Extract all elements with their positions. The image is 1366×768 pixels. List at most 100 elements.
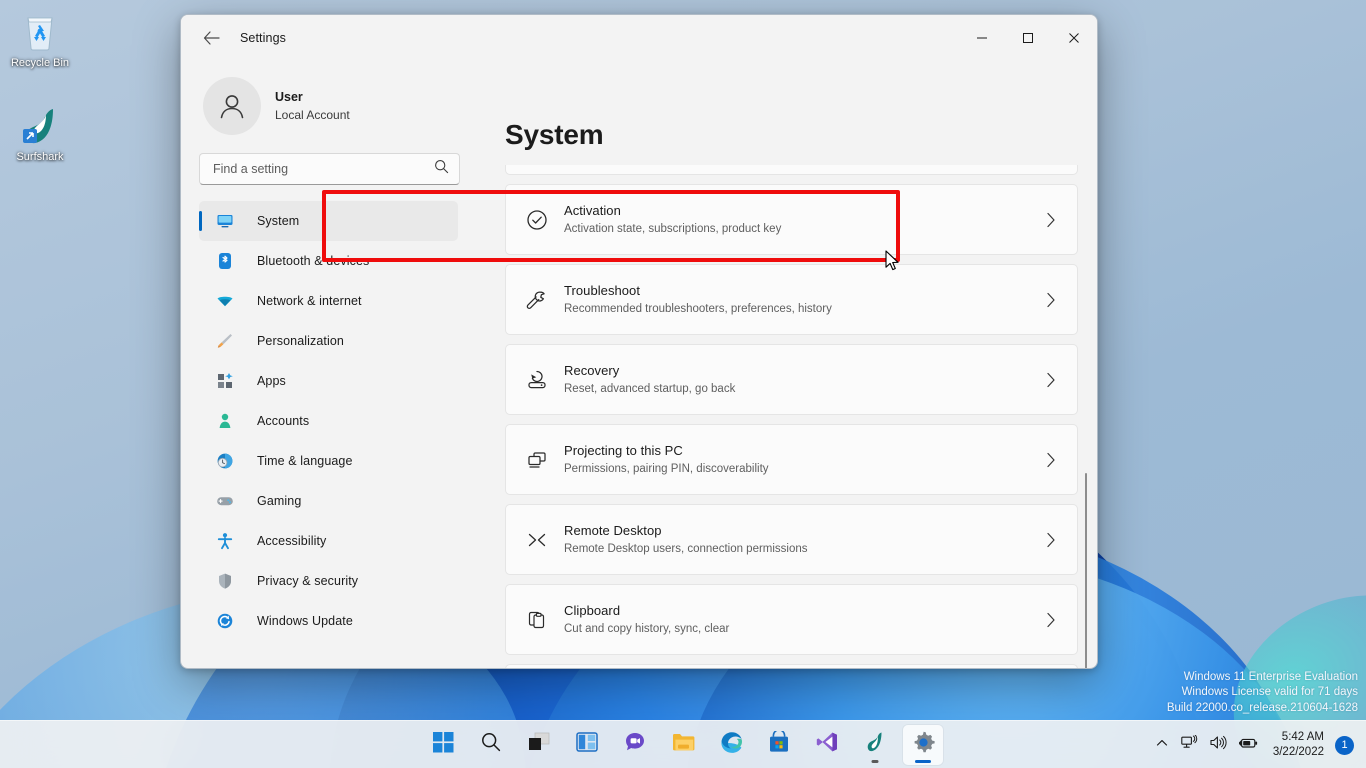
remote-desktop-icon: [520, 528, 554, 552]
desktop-icon-recycle-bin[interactable]: Recycle Bin: [2, 8, 78, 70]
apps-grid-icon: [215, 371, 235, 391]
sidebar-item-label: Privacy & security: [257, 574, 359, 588]
visual-studio-icon: [816, 731, 838, 758]
settings-card-remote-desktop[interactable]: Remote Desktop Remote Desktop users, con…: [505, 504, 1078, 575]
search-input[interactable]: [213, 162, 434, 176]
chevron-right-icon: [1043, 372, 1059, 388]
card-title: Clipboard: [564, 603, 621, 618]
clipboard-icon: [520, 608, 554, 632]
edge-browser-icon: [720, 731, 743, 759]
volume-button[interactable]: [1205, 725, 1232, 765]
sidebar-item-label: Accessibility: [257, 534, 327, 548]
settings-window: Settings User Local Account Find a setti…: [180, 14, 1098, 669]
card-subtitle: Remote Desktop users, connection permiss…: [564, 543, 808, 555]
chat-teams-icon: [624, 731, 646, 758]
settings-main-content: System Activation Activation state, subs…: [476, 61, 1097, 668]
clock-time: 5:42 AM: [1281, 731, 1324, 743]
taskbar-center-group: [423, 724, 943, 765]
edge-button[interactable]: [711, 725, 751, 765]
watermark-line-1: Windows 11 Enterprise Evaluation: [1183, 670, 1358, 683]
taskbar-running-indicator: [871, 759, 879, 763]
search-button[interactable]: [471, 725, 511, 765]
search-icon: [434, 159, 449, 179]
taskbar-active-indicator: [915, 759, 931, 763]
settings-card-recovery[interactable]: Recovery Reset, advanced startup, go bac…: [505, 344, 1078, 415]
watermark-line-3: Build 22000.co_release.210604-1628: [1166, 701, 1358, 714]
window-controls: [959, 15, 1097, 61]
back-button[interactable]: [194, 22, 228, 54]
settings-card-clipboard[interactable]: Clipboard Cut and copy history, sync, cl…: [505, 584, 1078, 655]
sidebar-item-privacy-security[interactable]: Privacy & security: [199, 561, 458, 601]
search-box[interactable]: [199, 153, 460, 185]
settings-card-about[interactable]: About Device specifications, rename PC, …: [505, 664, 1078, 668]
wifi-icon: [215, 291, 235, 311]
start-button[interactable]: [423, 725, 463, 765]
system-tray: 5:42 AM 3/22/2022 1: [1150, 721, 1360, 768]
sidebar-item-windows-update[interactable]: Windows Update: [199, 601, 458, 641]
settings-cards-list: Activation Activation state, subscriptio…: [505, 165, 1078, 668]
scrollbar[interactable]: [1081, 165, 1091, 668]
widgets-button[interactable]: [567, 725, 607, 765]
page-title: System: [505, 119, 604, 150]
desktop-icon-surfshark[interactable]: Surfshark: [2, 102, 78, 164]
monitor-icon: [215, 211, 235, 231]
wrench-icon: [520, 288, 554, 312]
sidebar-item-bluetooth-devices[interactable]: Bluetooth & devices: [199, 241, 458, 281]
battery-button[interactable]: [1234, 725, 1263, 765]
surfshark-icon: [2, 102, 78, 148]
minimize-button[interactable]: [959, 15, 1005, 61]
folder-icon: [672, 732, 695, 757]
sidebar-item-time-language[interactable]: Time & language: [199, 441, 458, 481]
sidebar-item-label: Gaming: [257, 494, 302, 508]
store-bag-icon: [768, 729, 790, 758]
surfshark-button[interactable]: [855, 725, 895, 765]
settings-card-troubleshoot[interactable]: Troubleshoot Recommended troubleshooters…: [505, 264, 1078, 335]
sidebar-item-gaming[interactable]: Gaming: [199, 481, 458, 521]
chevron-right-icon: [1043, 532, 1059, 548]
task-view-icon: [528, 732, 550, 757]
chat-button[interactable]: [615, 725, 655, 765]
evaluation-watermark: Windows 11 Enterprise Evaluation Windows…: [1167, 670, 1358, 717]
card-subtitle: Permissions, pairing PIN, discoverabilit…: [564, 463, 769, 475]
watermark-line-2: Windows License valid for 71 days: [1181, 686, 1358, 698]
sidebar-item-accessibility[interactable]: Accessibility: [199, 521, 458, 561]
sidebar-item-label: Time & language: [257, 454, 353, 468]
sidebar-item-label: Windows Update: [257, 614, 353, 628]
sidebar-item-network-internet[interactable]: Network & internet: [199, 281, 458, 321]
close-button[interactable]: [1051, 15, 1097, 61]
file-explorer-button[interactable]: [663, 725, 703, 765]
avatar: [203, 77, 261, 135]
sidebar-item-label: System: [257, 214, 300, 228]
recovery-restore-icon: [520, 368, 554, 392]
paintbrush-icon: [215, 331, 235, 351]
update-refresh-icon: [215, 611, 235, 631]
account-summary[interactable]: User Local Account: [199, 61, 460, 153]
sidebar-item-personalization[interactable]: Personalization: [199, 321, 458, 361]
microsoft-store-button[interactable]: [759, 725, 799, 765]
sidebar-item-system[interactable]: System: [199, 201, 458, 241]
visual-studio-button[interactable]: [807, 725, 847, 765]
chevron-right-icon: [1043, 612, 1059, 628]
sidebar-item-label: Network & internet: [257, 294, 362, 308]
card-subtitle: Recommended troubleshooters, preferences…: [564, 303, 832, 315]
scrollbar-thumb[interactable]: [1085, 473, 1087, 668]
project-screens-icon: [520, 448, 554, 472]
settings-card-activation[interactable]: Activation Activation state, subscriptio…: [505, 184, 1078, 255]
sidebar-item-accounts[interactable]: Accounts: [199, 401, 458, 441]
task-view-button[interactable]: [519, 725, 559, 765]
battery-charging-icon: [1238, 736, 1258, 755]
show-hidden-icons-button[interactable]: [1150, 725, 1174, 765]
network-button[interactable]: [1176, 725, 1203, 765]
maximize-button[interactable]: [1005, 15, 1051, 61]
sidebar-item-label: Personalization: [257, 334, 344, 348]
window-titlebar: Settings: [181, 15, 1097, 61]
clock-datetime[interactable]: 5:42 AM 3/22/2022: [1265, 725, 1331, 765]
partial-card-above[interactable]: [505, 165, 1078, 175]
settings-button[interactable]: [903, 724, 943, 765]
card-subtitle: Activation state, subscriptions, product…: [564, 223, 782, 235]
network-icon: [1181, 734, 1198, 755]
sidebar-item-apps[interactable]: Apps: [199, 361, 458, 401]
notification-badge[interactable]: 1: [1335, 735, 1354, 755]
clock-globe-icon: [215, 451, 235, 471]
settings-card-projecting-to-this-pc[interactable]: Projecting to this PC Permissions, pairi…: [505, 424, 1078, 495]
